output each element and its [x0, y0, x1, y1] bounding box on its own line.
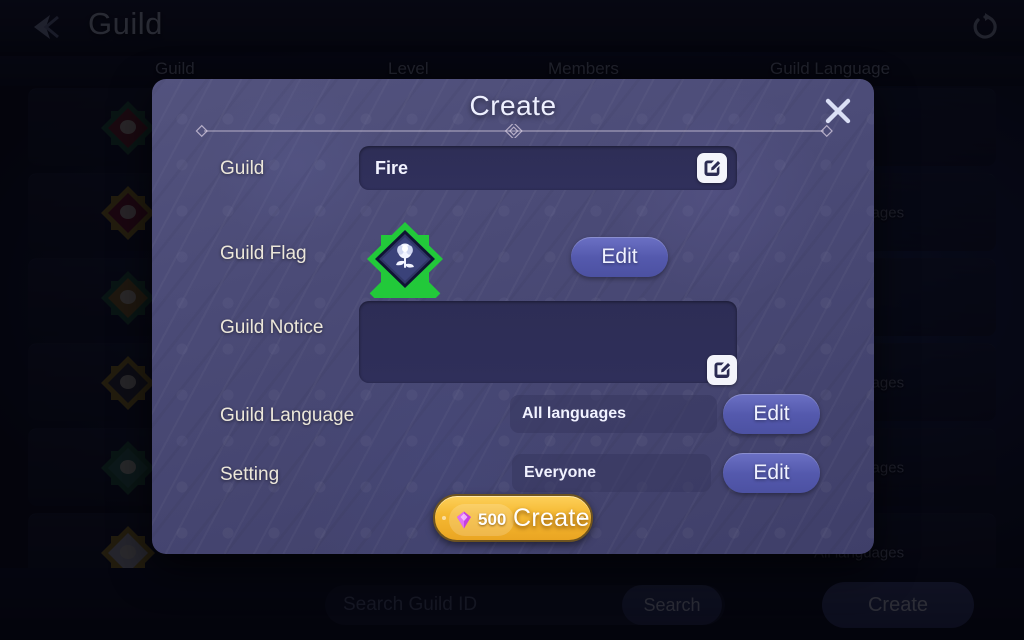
gem-icon	[457, 511, 471, 529]
create-cost: 500	[478, 510, 507, 529]
row-guild-flag: Guild Flag Edit	[152, 215, 874, 329]
label-guild: Guild	[220, 158, 265, 179]
row-guild-language: Guild Language All languages Edit	[152, 392, 874, 447]
edit-setting-button[interactable]: Edit	[723, 453, 820, 493]
title-divider	[194, 121, 834, 140]
edit-guild-language-button[interactable]: Edit	[723, 394, 820, 434]
label-setting: Setting	[220, 464, 280, 485]
create-guild-dialog: Create Guild Fire Guild Flag Edit Guild …	[152, 79, 874, 554]
edit-pencil-icon[interactable]	[707, 355, 737, 385]
guild-screen: Guild Guild Level Members Guild Language…	[0, 0, 1024, 640]
row-guild-notice: Guild Notice	[152, 297, 874, 392]
setting-field[interactable]: Everyone	[512, 454, 711, 492]
label-guild-notice: Guild Notice	[220, 317, 324, 338]
cost-chip: 500	[449, 504, 515, 536]
label-guild-language: Guild Language	[220, 405, 355, 426]
confirm-create-button[interactable]: 500 Create	[433, 494, 593, 542]
label-guild-flag: Guild Flag	[220, 243, 307, 264]
guild-notice-textarea[interactable]	[359, 301, 737, 383]
guild-name-input[interactable]: Fire	[359, 146, 737, 190]
row-guild: Guild Fire	[152, 141, 874, 215]
guild-language-value: All languages	[522, 405, 627, 422]
edit-pencil-icon[interactable]	[697, 153, 727, 183]
setting-value: Everyone	[524, 464, 597, 481]
guild-flag-badge[interactable]	[365, 220, 445, 329]
guild-language-field[interactable]: All languages	[510, 395, 717, 433]
create-button-container: 500 Create	[152, 494, 874, 542]
guild-name-value: Fire	[375, 157, 409, 178]
create-guild-form: Guild Fire Guild Flag Edit Guild Notice …	[152, 141, 874, 507]
dialog-title: Create	[469, 90, 557, 121]
create-label: Create	[513, 503, 590, 532]
edit-guild-flag-button[interactable]: Edit	[571, 237, 668, 277]
close-icon[interactable]	[814, 88, 862, 134]
